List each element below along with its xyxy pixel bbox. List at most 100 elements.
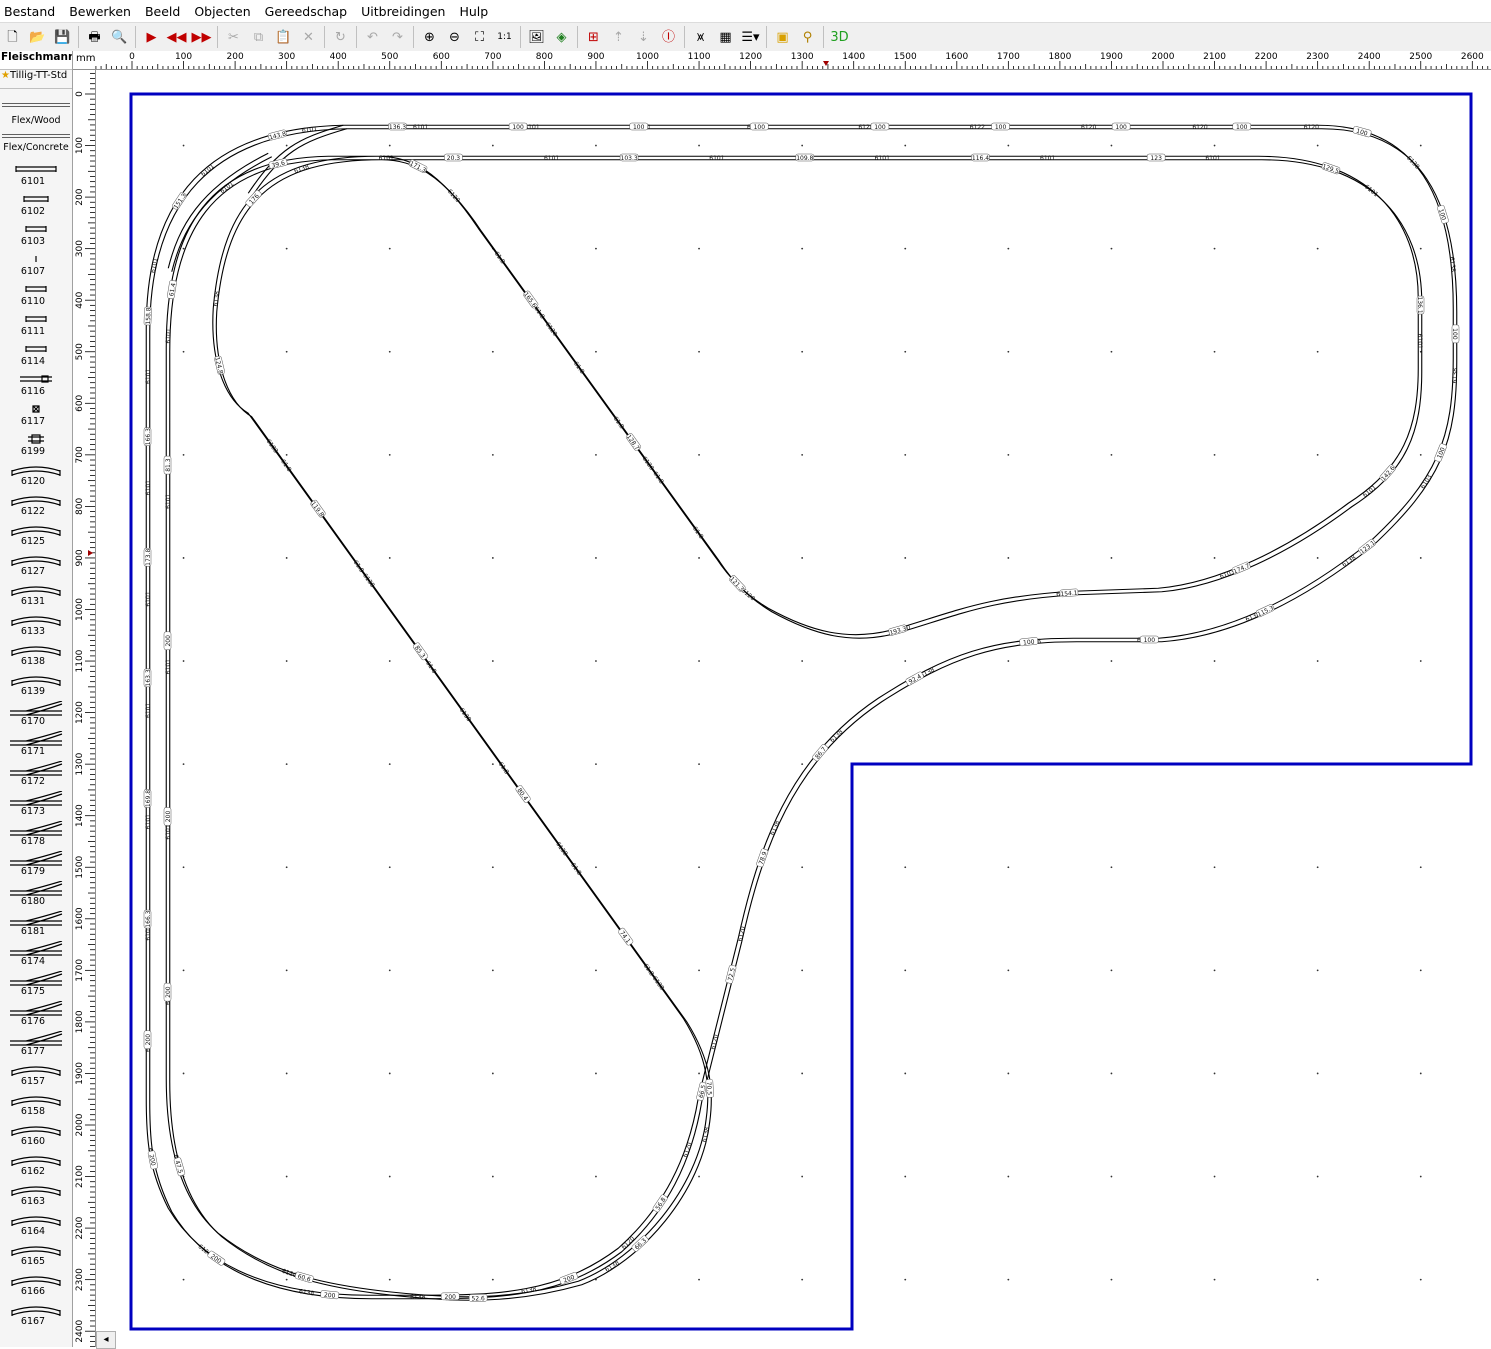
menu-item-3[interactable]: Objecten xyxy=(187,4,257,19)
menu-item-1[interactable]: Bewerken xyxy=(62,4,138,19)
track-piece-label: 6139 xyxy=(20,686,46,697)
track-piece-6178[interactable]: 6178 xyxy=(0,818,72,848)
track-piece-6107[interactable]: 6107 xyxy=(0,248,72,278)
track-piece-6157[interactable]: 6157 xyxy=(0,1058,72,1088)
track-piece-6176[interactable]: 6176 xyxy=(0,998,72,1028)
track-piece-6172[interactable]: 6172 xyxy=(0,758,72,788)
menu-item-4[interactable]: Gereedschap xyxy=(258,4,354,19)
print-icon[interactable]: 🖶 xyxy=(84,26,106,48)
paste-icon[interactable]: 📋 xyxy=(273,26,295,48)
track-piece-6139[interactable]: 6139 xyxy=(0,668,72,698)
track-piece-6167[interactable]: 6167 xyxy=(0,1298,72,1328)
grid-dot xyxy=(904,144,907,147)
bridge-icon[interactable]: ⩙ xyxy=(690,26,712,48)
height-down-icon[interactable]: ⇣ xyxy=(633,26,655,48)
library-favorite[interactable]: ★Tillig-TT-Std xyxy=(0,70,72,89)
layout-canvas[interactable]: 6101 6101 6101 6101 6101 6101 6101 6101 6101 6101… xyxy=(96,70,1491,1347)
background-image-icon[interactable]: 🖼 xyxy=(526,26,548,48)
fast-forward-icon[interactable]: ▶▶ xyxy=(191,26,213,48)
track-piece-6165[interactable]: 6165 xyxy=(0,1238,72,1268)
flex-concrete-button[interactable]: Flex/Concrete xyxy=(0,138,72,158)
menu-item-0[interactable]: Bestand xyxy=(0,4,62,19)
zoom-in-icon[interactable]: ⊕ xyxy=(419,26,441,48)
layers-icon[interactable]: ◈ xyxy=(551,26,573,48)
track-piece-6103[interactable]: 6103 xyxy=(0,218,72,248)
zoom-out-icon[interactable]: ⊖ xyxy=(444,26,466,48)
track-piece-6171[interactable]: 6171 xyxy=(0,728,72,758)
track-piece-6127[interactable]: 6127 xyxy=(0,548,72,578)
track-piece-6170[interactable]: 6170 xyxy=(0,698,72,728)
track-piece-6160[interactable]: 6160 xyxy=(0,1118,72,1148)
track-piece-6111[interactable]: 6111 xyxy=(0,308,72,338)
track-piece-6164[interactable]: 6164 xyxy=(0,1208,72,1238)
rewind-icon[interactable]: ◀◀ xyxy=(166,26,188,48)
track-plan[interactable]: 6101 6101 6101 6101 6101 6101 6101 6101 6101 6101… xyxy=(96,70,1491,1347)
ruler-y-label: 2300 xyxy=(75,1268,85,1291)
tunnel-icon[interactable]: ▦ xyxy=(715,26,737,48)
zoom-fit-icon[interactable]: ⛶ xyxy=(469,26,491,48)
menu-item-5[interactable]: Uitbreidingen xyxy=(354,4,452,19)
height-info-icon[interactable]: Ⓘ xyxy=(658,26,680,48)
track-piece-code: 6101 xyxy=(1040,155,1055,162)
track-piece-6131[interactable]: 6131 xyxy=(0,578,72,608)
grid-dot xyxy=(1213,969,1216,972)
track-piece-6116[interactable]: 6116 xyxy=(0,368,72,398)
track-piece-code: 6138 xyxy=(293,163,310,175)
redo-icon[interactable]: ↷ xyxy=(387,26,409,48)
track-piece-6175[interactable]: 6175 xyxy=(0,968,72,998)
track-piece-6181[interactable]: 6181 xyxy=(0,908,72,938)
flex-wood-button[interactable]: Flex/Wood xyxy=(0,107,72,134)
menu-bar: Bestand Bewerken Beeld Objecten Gereedschap U… xyxy=(0,0,1491,22)
3d-box-icon[interactable]: ▣ xyxy=(772,26,794,48)
outer-track-label: 6101 xyxy=(150,257,160,274)
track-piece-6138[interactable]: 6138 xyxy=(0,638,72,668)
print-preview-icon[interactable]: 🔍 xyxy=(109,26,131,48)
track-piece-6114[interactable]: 6114 xyxy=(0,338,72,368)
copy-icon[interactable]: ⧉ xyxy=(248,26,270,48)
track-piece-6174[interactable]: 6174 xyxy=(0,938,72,968)
menu-item-2[interactable]: Beeld xyxy=(138,4,187,19)
outer-height-tag: 100 xyxy=(508,122,528,131)
track-piece-6179[interactable]: 6179 xyxy=(0,848,72,878)
open-folder-icon[interactable]: 📂 xyxy=(27,26,49,48)
track-piece-label: 6174 xyxy=(20,956,46,967)
height-marker-icon[interactable]: ⊞ xyxy=(583,26,605,48)
rotate-icon[interactable]: ↻ xyxy=(330,26,352,48)
track-piece-6166[interactable]: 6166 xyxy=(0,1268,72,1298)
play-icon[interactable]: ▶ xyxy=(141,26,163,48)
track-piece-6162[interactable]: 6162 xyxy=(0,1148,72,1178)
track-piece-6163[interactable]: 6163 xyxy=(0,1178,72,1208)
measure-icon[interactable]: ⚲ xyxy=(797,26,819,48)
track-piece-6120[interactable]: 6120 xyxy=(0,458,72,488)
height-up-icon[interactable]: ⇡ xyxy=(608,26,630,48)
track-piece-6122[interactable]: 6122 xyxy=(0,488,72,518)
track-piece-6101[interactable]: 6101 xyxy=(0,158,72,188)
undo-icon[interactable]: ↶ xyxy=(362,26,384,48)
new-file-icon[interactable]: 🗋 xyxy=(2,26,24,48)
3d-view-icon[interactable]: 3D xyxy=(829,26,851,48)
track-piece-6173[interactable]: 6173 xyxy=(0,788,72,818)
track-piece-6177[interactable]: 6177 xyxy=(0,1028,72,1058)
inner-height-tag: 61.4 xyxy=(167,280,177,299)
inner-height-tag: 128.7 xyxy=(625,433,642,452)
track-piece-6110[interactable]: 6110 xyxy=(0,278,72,308)
track-piece-label: 6164 xyxy=(20,1226,46,1237)
track-piece-6117[interactable]: 6117 xyxy=(0,398,72,428)
track-piece-6102[interactable]: 6102 xyxy=(0,188,72,218)
list-dropdown-icon[interactable]: ☰▾ xyxy=(740,26,762,48)
height-tag: 171.3 xyxy=(408,160,427,174)
library-select[interactable]: Fleischmann-I▾ xyxy=(0,51,72,70)
grid-dot xyxy=(698,660,700,662)
zoom-1to1-icon[interactable]: 1:1 xyxy=(494,26,516,48)
track-piece-6125[interactable]: 6125 xyxy=(0,518,72,548)
track-piece-6133[interactable]: 6133 xyxy=(0,608,72,638)
scroll-left-button[interactable]: ◂ xyxy=(96,1331,116,1349)
track-piece-6199[interactable]: 6199 xyxy=(0,428,72,458)
cut-icon[interactable]: ✂ xyxy=(223,26,245,48)
delete-icon[interactable]: ✕ xyxy=(298,26,320,48)
track-piece-6180[interactable]: 6180 xyxy=(0,878,72,908)
track-piece-6158[interactable]: 6158 xyxy=(0,1088,72,1118)
menu-item-6[interactable]: Hulp xyxy=(452,4,495,19)
ruler-x-label: 1100 xyxy=(688,52,711,62)
save-icon[interactable]: 💾 xyxy=(52,26,74,48)
